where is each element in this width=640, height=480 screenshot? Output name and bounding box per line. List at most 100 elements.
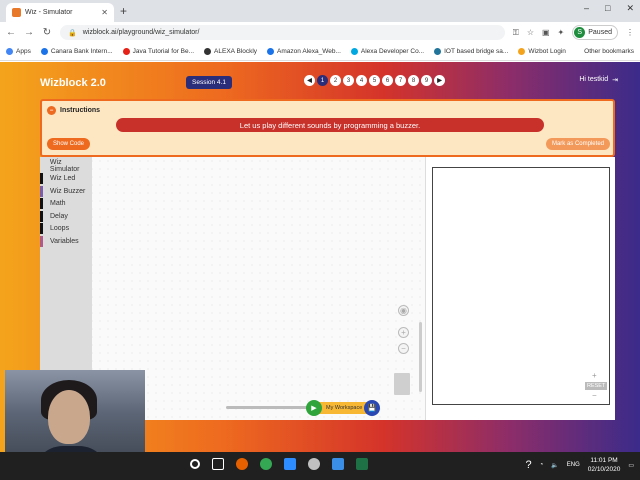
help-icon[interactable]: ? bbox=[526, 459, 532, 471]
bookmark-item[interactable]: IOT based bridge sa... bbox=[434, 48, 508, 55]
recenter-icon[interactable]: ◉ bbox=[398, 305, 409, 316]
extension-icon[interactable]: ▣ bbox=[542, 28, 550, 37]
star-icon[interactable]: ☆ bbox=[527, 28, 534, 37]
url-field[interactable]: 🔒 wizblock.ai/playground/wiz_simulator/ bbox=[60, 25, 505, 40]
address-bar: ← → ↻ 🔒 wizblock.ai/playground/wiz_simul… bbox=[0, 22, 640, 43]
close-tab-icon[interactable]: ✕ bbox=[101, 8, 108, 17]
excel-icon[interactable] bbox=[356, 458, 368, 470]
back-icon[interactable]: ← bbox=[6, 27, 16, 38]
page-number[interactable]: 7 bbox=[395, 75, 406, 86]
volume-icon[interactable]: 🔈 bbox=[551, 462, 558, 469]
photos-icon[interactable] bbox=[332, 458, 344, 470]
run-toolbar: ▶ My Workspace 💾 bbox=[306, 400, 381, 416]
show-code-button[interactable]: Show Code bbox=[47, 138, 91, 150]
close-window-icon[interactable]: ✕ bbox=[626, 3, 634, 14]
toolbox-category[interactable]: Delay bbox=[40, 210, 92, 223]
toolbox-category[interactable]: Math bbox=[40, 198, 92, 211]
zoom-in-icon[interactable]: + bbox=[398, 327, 409, 338]
bookmark-item[interactable]: Canara Bank Intern... bbox=[40, 48, 113, 55]
maximize-icon[interactable]: □ bbox=[605, 3, 610, 14]
system-tray: ? ◔ 🔈 ENG 11:01 PM 02/10/2020 ▭ bbox=[526, 456, 634, 474]
chrome-icon[interactable] bbox=[260, 458, 272, 470]
instructions-panel: − Instructions Let us play different sou… bbox=[40, 99, 615, 157]
category-color-bar bbox=[40, 185, 43, 197]
app-icon[interactable] bbox=[308, 458, 320, 470]
toolbox-category[interactable]: Loops bbox=[40, 223, 92, 236]
next-page-icon[interactable]: ▶ bbox=[434, 75, 445, 86]
bookmarks-bar: Apps Canara Bank Intern... Java Tutorial f… bbox=[0, 43, 640, 61]
bookmark-icon bbox=[267, 48, 275, 55]
toolbox-category[interactable]: Variables bbox=[40, 235, 92, 248]
minimize-icon[interactable]: – bbox=[584, 3, 589, 14]
new-tab-button[interactable]: + bbox=[120, 4, 127, 18]
prev-page-icon[interactable]: ◀ bbox=[304, 75, 315, 86]
session-badge[interactable]: Session 4.1 bbox=[186, 76, 232, 89]
notifications-icon[interactable]: ▭ bbox=[628, 462, 634, 469]
trash-icon[interactable] bbox=[394, 373, 410, 395]
save-button[interactable]: 💾 bbox=[364, 400, 381, 416]
clock[interactable]: 11:01 PM 02/10/2020 bbox=[588, 456, 621, 474]
collapse-icon[interactable]: − bbox=[47, 106, 56, 115]
bookmark-icon bbox=[518, 48, 526, 55]
bookmark-label: Wizbot Login bbox=[528, 48, 566, 55]
user-greeting[interactable]: Hi testkid ⇥ bbox=[579, 76, 618, 84]
category-label: Math bbox=[50, 200, 66, 208]
zoom-out-icon[interactable]: − bbox=[398, 343, 409, 354]
simulator-canvas[interactable] bbox=[432, 167, 610, 405]
bookmark-icon bbox=[40, 48, 48, 55]
profile-button[interactable]: S Paused bbox=[572, 25, 618, 40]
logout-icon[interactable]: ⇥ bbox=[612, 76, 618, 84]
category-color-bar bbox=[40, 173, 43, 185]
page-number[interactable]: 9 bbox=[421, 75, 432, 86]
browser-tab[interactable]: Wiz - Simulator ✕ bbox=[6, 3, 114, 22]
bookmark-item[interactable]: Amazon Alexa_Web... bbox=[267, 48, 341, 55]
my-workspace-button[interactable]: My Workspace bbox=[316, 402, 371, 414]
other-bookmarks[interactable]: Other bookmarks bbox=[584, 48, 634, 55]
cortana-icon[interactable] bbox=[190, 459, 200, 469]
page-number[interactable]: 3 bbox=[343, 75, 354, 86]
forward-icon[interactable]: → bbox=[24, 27, 34, 38]
key-icon[interactable]: ⚿ bbox=[513, 28, 519, 38]
task-view-icon[interactable] bbox=[212, 458, 224, 470]
toolbox-category[interactable]: Wiz Simulator bbox=[40, 159, 92, 174]
bookmark-icon bbox=[350, 48, 358, 55]
run-button[interactable]: ▶ bbox=[306, 400, 322, 416]
instruction-message: Let us play different sounds by programm… bbox=[116, 118, 544, 132]
toolbox-category[interactable]: Wiz Led bbox=[40, 173, 92, 186]
page-number[interactable]: 6 bbox=[382, 75, 393, 86]
bookmark-item[interactable]: Java Tutorial for Be... bbox=[122, 48, 195, 55]
category-label: Loops bbox=[50, 225, 70, 233]
zoom-app-icon[interactable] bbox=[284, 458, 296, 470]
sim-zoom-out-icon[interactable]: − bbox=[592, 391, 597, 400]
puzzle-icon[interactable]: ✦ bbox=[558, 28, 565, 37]
sim-zoom-in-icon[interactable]: + bbox=[592, 371, 597, 380]
bookmark-label: Java Tutorial for Be... bbox=[132, 48, 195, 55]
wifi-icon[interactable]: ◔ bbox=[540, 462, 544, 468]
taskbar-apps bbox=[190, 458, 368, 470]
page-number[interactable]: 4 bbox=[356, 75, 367, 86]
page-number[interactable]: 2 bbox=[330, 75, 341, 86]
bookmark-item[interactable]: Apps bbox=[6, 48, 31, 55]
reload-icon[interactable]: ↻ bbox=[42, 27, 52, 38]
category-color-bar bbox=[40, 160, 43, 172]
menu-icon[interactable]: ⋮ bbox=[626, 28, 634, 37]
category-label: Wiz Simulator bbox=[49, 159, 80, 174]
vertical-scrollbar[interactable] bbox=[419, 322, 422, 392]
page-number[interactable]: 5 bbox=[369, 75, 380, 86]
clock-date: 02/10/2020 bbox=[587, 466, 621, 473]
windows-taskbar: ? ◔ 🔈 ENG 11:01 PM 02/10/2020 ▭ bbox=[0, 452, 640, 480]
window-controls: – □ ✕ bbox=[584, 3, 634, 14]
bookmark-item[interactable]: Alexa Developer Co... bbox=[350, 48, 424, 55]
bookmark-item[interactable]: Wizbot Login bbox=[518, 48, 566, 55]
mark-completed-button[interactable]: Mark as Completed bbox=[545, 138, 610, 150]
firefox-icon[interactable] bbox=[236, 458, 248, 470]
category-label: Variables bbox=[50, 237, 79, 245]
toolbox-category[interactable]: Wiz Buzzer bbox=[40, 185, 92, 198]
language-indicator[interactable]: ENG bbox=[567, 462, 580, 468]
bookmark-icon bbox=[6, 48, 13, 55]
page-number[interactable]: 1 bbox=[317, 75, 328, 86]
bookmark-label: IOT based bridge sa... bbox=[444, 48, 509, 55]
page-number[interactable]: 8 bbox=[408, 75, 419, 86]
reset-button[interactable]: RESET bbox=[585, 382, 608, 390]
bookmark-item[interactable]: ALEXA Blockly bbox=[204, 48, 257, 55]
